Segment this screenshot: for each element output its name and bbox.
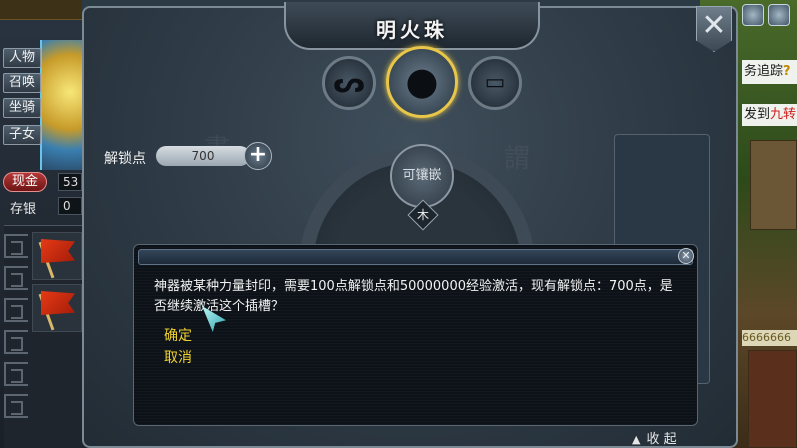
border-ornament: [4, 362, 28, 386]
cancel-option[interactable]: 取消: [164, 347, 192, 367]
bomb-icon: ●: [405, 59, 439, 103]
border-ornament: [4, 298, 28, 322]
tab-summon[interactable]: 召唤: [3, 73, 41, 93]
dialog-title-bar[interactable]: [138, 249, 693, 265]
tab-children[interactable]: 子女: [3, 125, 41, 145]
border-ornament: [4, 266, 28, 290]
swirl-icon: ᔕ: [333, 66, 365, 99]
quest-tracker-text: 务追踪: [744, 64, 784, 79]
goto-hint[interactable]: 发到九转: [742, 104, 797, 126]
triangle-up-icon: ▲: [632, 433, 641, 446]
settings-icon[interactable]: [742, 4, 764, 26]
character-portrait[interactable]: [40, 40, 82, 170]
unlock-points-field: 700: [156, 146, 250, 166]
lock-icon: ▭: [484, 70, 506, 95]
confirm-option[interactable]: 确定: [164, 325, 192, 345]
element-text: 木: [416, 208, 429, 222]
slot-orb-left[interactable]: ᔕ: [322, 56, 376, 110]
window-title: 明火珠: [376, 18, 448, 42]
activation-dialog: ✕ 神器被某种力量封印，需要100点解锁点和50000000经验激活，现有解锁点…: [133, 244, 698, 426]
item-slot[interactable]: [32, 232, 82, 280]
ground-tile: [748, 350, 797, 448]
war-flag-icon: [41, 291, 75, 315]
quest-tracker-label[interactable]: 务追踪?: [742, 60, 797, 84]
item-slot[interactable]: [32, 284, 82, 332]
cash-label: 现金: [3, 172, 47, 192]
collapse-button[interactable]: ▲ 收 起: [632, 428, 712, 448]
game-screen: 人物 召唤 坐骑 子女 现金 53 存银 0 务追踪? 发到九转 6666666…: [0, 0, 797, 448]
tab-mount[interactable]: 坐骑: [3, 98, 41, 118]
savings-value: 0: [58, 197, 82, 215]
dialog-close-button[interactable]: ✕: [678, 248, 694, 264]
close-window-button[interactable]: ✕: [696, 6, 732, 52]
goto-prefix: 发到: [744, 107, 771, 122]
top-toolbar-strip: [0, 0, 82, 20]
border-ornament: [4, 234, 28, 258]
unlock-points-label: 解锁点: [104, 151, 146, 167]
character-panel: 人物 召唤 坐骑 子女 现金 53 存银 0: [0, 0, 82, 448]
slot-orb-right[interactable]: ▭: [468, 56, 522, 110]
tab-character[interactable]: 人物: [3, 48, 41, 68]
number-strip: 6666666: [742, 330, 797, 346]
war-flag-icon: [41, 239, 75, 263]
cash-value: 53: [58, 173, 82, 191]
add-unlock-points-button[interactable]: +: [244, 142, 272, 170]
dialog-message: 神器被某种力量封印，需要100点解锁点和50000000经验激活，现有解锁点：7…: [154, 279, 673, 314]
collapse-label: 收 起: [646, 432, 677, 447]
ground-tile: [750, 140, 797, 230]
moon-icon[interactable]: [768, 4, 790, 26]
slot-orb-selected[interactable]: ●: [386, 46, 458, 118]
border-ornament: [4, 394, 28, 418]
background-calligraphy: 謂: [504, 144, 531, 174]
savings-label: 存银: [10, 202, 37, 217]
border-ornament: [4, 330, 28, 354]
inventory-column: [4, 225, 82, 448]
help-icon[interactable]: ?: [783, 64, 791, 79]
goto-place-link[interactable]: 九转: [770, 107, 796, 122]
inlay-slot-button[interactable]: 可镶嵌: [390, 144, 454, 208]
